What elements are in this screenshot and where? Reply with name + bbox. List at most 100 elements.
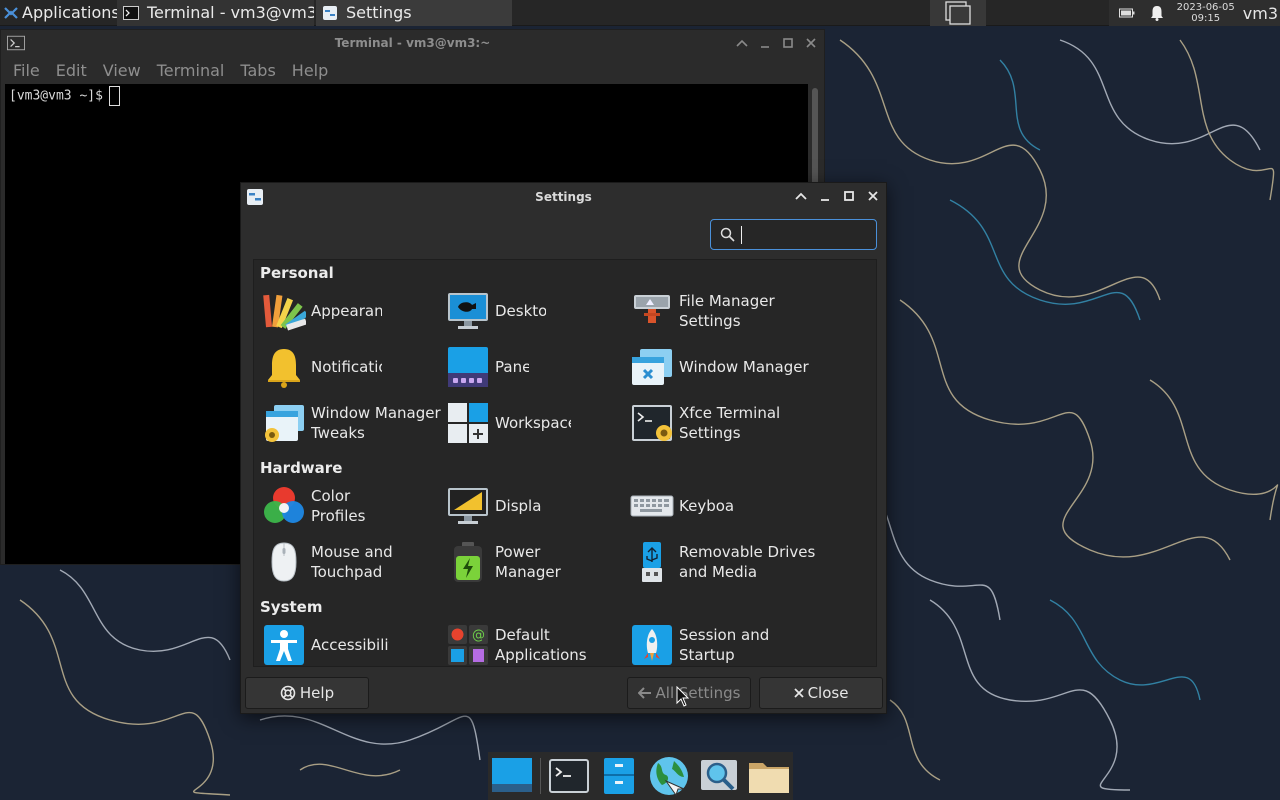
file-manager-icon[interactable] [597, 754, 641, 798]
menu-view[interactable]: View [95, 61, 149, 80]
web-browser-icon[interactable] [647, 754, 691, 798]
settings-item-label: Window Manager [679, 358, 809, 376]
settings-icon [246, 188, 264, 206]
taskbar-terminal-label: Terminal - vm3@vm3:~ [147, 3, 314, 22]
appearance-icon [263, 294, 306, 331]
menu-tabs[interactable]: Tabs [232, 61, 283, 80]
terminal-icon[interactable] [547, 754, 591, 798]
user-menu[interactable]: vm3 [1243, 4, 1278, 23]
accessibility-icon [264, 625, 304, 665]
settings-window: Settings Personal Appearance [240, 182, 887, 714]
settings-item-label: File Manager Settings [679, 292, 775, 330]
workspace-switcher[interactable] [930, 0, 986, 26]
shade-button[interactable] [794, 189, 808, 203]
all-settings-label: All Settings [655, 684, 741, 702]
mouse-pointer-icon [676, 686, 690, 707]
panel-icon [448, 347, 488, 387]
help-button[interactable]: Help [245, 677, 369, 709]
window-manager-icon [632, 349, 672, 385]
menu-help[interactable]: Help [284, 61, 336, 80]
settings-item-color-profiles[interactable]: Color Profiles [262, 481, 382, 531]
taskbar-settings-label: Settings [346, 3, 412, 22]
search-icon [719, 227, 735, 243]
default-applications-icon: @ [448, 625, 488, 665]
settings-item-default-applications[interactable]: @ Default Applications [446, 620, 626, 666]
settings-item-appearance[interactable]: Appearance [262, 286, 382, 336]
settings-icon [322, 5, 338, 21]
removable-drives-icon [642, 542, 662, 582]
keyboard-icon [630, 495, 674, 517]
close-button-label: Close [807, 684, 849, 702]
terminal-icon [123, 5, 139, 21]
settings-item-panel[interactable]: Panel [446, 342, 556, 392]
color-profiles-icon [264, 487, 304, 523]
battery-icon[interactable] [1118, 5, 1135, 21]
workspaces-icon [448, 403, 488, 443]
maximize-button[interactable] [842, 189, 856, 203]
clock-time: 09:15 [1191, 13, 1221, 24]
settings-item-label: Mouse and Touchpad [311, 543, 393, 581]
menu-file[interactable]: File [5, 61, 48, 80]
settings-item-session-startup[interactable]: Session and Startup [630, 620, 820, 666]
settings-item-window-manager[interactable]: Window Manager [630, 342, 820, 392]
taskbar-terminal[interactable]: Terminal - vm3@vm3:~ [117, 0, 314, 26]
taskbar-settings[interactable]: Settings [316, 0, 512, 26]
help-lifebuoy-icon [280, 685, 296, 701]
settings-item-label: Desktop [495, 302, 546, 320]
terminal-titlebar[interactable]: Terminal - vm3@vm3:~ [1, 30, 824, 56]
mouse-icon [271, 542, 297, 582]
settings-item-label: Keyboard [679, 497, 735, 515]
show-desktop-icon[interactable] [490, 754, 534, 798]
terminal-menubar: File Edit View Terminal Tabs Help [1, 56, 824, 84]
bottom-dock [488, 752, 793, 800]
settings-categories: Personal Appearance Desktop [253, 259, 877, 667]
settings-item-power-manager[interactable]: Power Manager [446, 537, 576, 587]
settings-item-label: Removable Drives and Media [679, 543, 816, 581]
search-input[interactable] [748, 225, 868, 244]
settings-titlebar[interactable]: Settings [241, 183, 886, 211]
maximize-button[interactable] [781, 36, 795, 50]
settings-item-wm-tweaks[interactable]: Window Manager Tweaks [262, 398, 442, 448]
settings-search-field[interactable] [710, 219, 877, 250]
settings-item-label: Accessibility [311, 636, 389, 654]
settings-item-keyboard[interactable]: Keyboard [630, 481, 750, 531]
settings-item-label: Power Manager [495, 543, 561, 581]
settings-item-display[interactable]: Display [446, 481, 556, 531]
settings-item-accessibility[interactable]: Accessibility [262, 620, 392, 666]
applications-menu-button[interactable]: Applications [0, 0, 117, 26]
terminal-title: Terminal - vm3@vm3:~ [334, 36, 491, 50]
close-button[interactable] [804, 36, 818, 50]
settings-item-mouse[interactable]: Mouse and Touchpad [262, 537, 442, 587]
desktop-icon [448, 293, 488, 329]
arrow-left-icon [637, 687, 652, 699]
terminal-prompt: [vm3@vm3 ~]$ [9, 88, 103, 104]
clock-date: 2023-06-05 [1176, 2, 1235, 13]
settings-item-label: Panel [495, 358, 529, 376]
settings-item-notifications[interactable]: Notifications [262, 342, 382, 392]
dock-separator [540, 758, 541, 794]
close-button[interactable] [866, 189, 880, 203]
settings-item-desktop[interactable]: Desktop [446, 286, 556, 336]
settings-item-removable-drives[interactable]: Removable Drives and Media [630, 537, 830, 587]
settings-item-file-manager[interactable]: File Manager Settings [630, 286, 820, 336]
clock[interactable]: 2023-06-05 09:15 [1177, 2, 1235, 24]
shade-button[interactable] [735, 36, 749, 50]
wm-tweaks-icon [265, 405, 304, 442]
menu-edit[interactable]: Edit [48, 61, 95, 80]
notifications-bell-icon[interactable] [1149, 5, 1165, 21]
menu-terminal[interactable]: Terminal [149, 61, 233, 80]
settings-item-workspaces[interactable]: Workspaces [446, 398, 576, 448]
settings-item-label: Workspaces [495, 414, 571, 432]
terminal-cursor [108, 86, 120, 106]
section-personal: Personal [260, 264, 334, 282]
minimize-button[interactable] [818, 189, 832, 203]
close-dialog-button[interactable]: Close [759, 677, 883, 709]
settings-item-terminal-settings[interactable]: Xfce Terminal Settings [630, 398, 820, 448]
settings-item-label: Notifications [311, 358, 382, 376]
settings-item-label: Display [495, 497, 541, 515]
app-finder-icon[interactable] [697, 754, 741, 798]
home-folder-icon[interactable] [747, 754, 791, 798]
settings-item-label: Xfce Terminal Settings [679, 404, 781, 442]
minimize-button[interactable] [758, 36, 772, 50]
settings-item-label: Window Manager Tweaks [311, 404, 441, 442]
